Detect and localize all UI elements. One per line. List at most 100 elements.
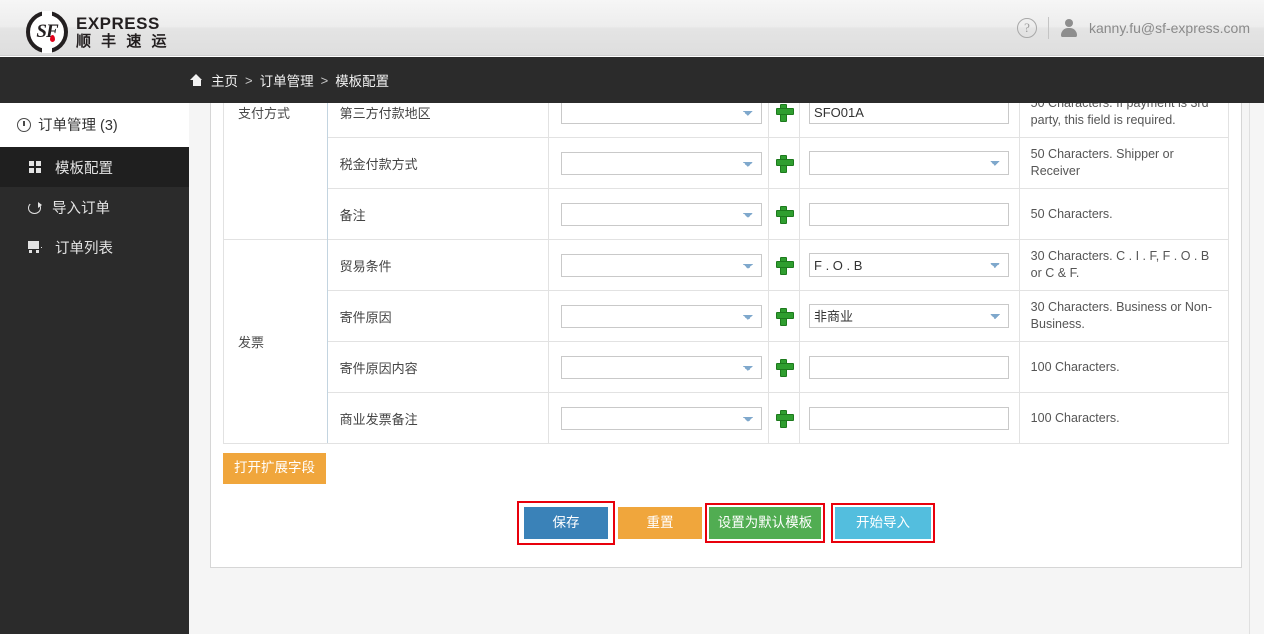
value-select[interactable]: F . O . B	[809, 253, 1009, 277]
mapping-select[interactable]	[561, 103, 762, 124]
vertical-scrollbar[interactable]	[1249, 103, 1264, 634]
field-label-text: 寄件原因	[339, 309, 392, 325]
table-row: 寄件原因内容 100 Characters.	[224, 341, 1230, 393]
field-hint: 50 Characters.	[1018, 188, 1230, 240]
mapping-select[interactable]	[561, 355, 762, 379]
start-import-button[interactable]: 开始导入	[835, 506, 931, 539]
open-extend-fields-button[interactable]: 打开扩展字段	[223, 453, 326, 484]
table-row: 发票 贸易条件 F . O . B 30 Characters. C . I .…	[223, 239, 1230, 444]
field-mapping-cell	[548, 188, 769, 240]
breadcrumb-separator: >	[245, 72, 253, 88]
field-label: 贸易条件	[326, 239, 550, 291]
field-label: 第三方付款地区	[326, 103, 550, 138]
sidebar-item-label: 导入订单	[52, 200, 110, 217]
field-value-cell	[799, 137, 1020, 189]
field-mapping-cell	[548, 239, 769, 291]
app-header: SF EXPRESS 顺 丰 速 运 ? kanny.fu@sf-express…	[0, 0, 1264, 56]
value-input[interactable]	[809, 202, 1009, 226]
value-select[interactable]: 非商业	[809, 304, 1009, 328]
add-field-cell	[767, 290, 801, 342]
mapping-select[interactable]	[561, 202, 762, 226]
field-hint: 30 Characters. C . I . F, F . O . B or C…	[1018, 239, 1230, 291]
cart-icon	[28, 239, 44, 255]
main-content: 支付方式 付款方式* 第三方 50 Characters. Shipper, R…	[189, 103, 1264, 634]
plus-icon[interactable]	[775, 103, 794, 122]
mapping-select[interactable]	[561, 406, 762, 430]
add-field-cell	[767, 239, 801, 291]
field-label-text: 贸易条件	[339, 258, 392, 274]
add-field-cell	[767, 188, 801, 240]
mapping-select[interactable]	[561, 151, 762, 175]
plus-icon[interactable]	[775, 409, 794, 428]
sidebar-item-template-config[interactable]: 模板配置	[0, 147, 189, 187]
set-default-button-highlight: 设置为默认模板	[705, 502, 825, 543]
sf-express-logo[interactable]: SF EXPRESS 顺 丰 速 运	[26, 9, 170, 55]
logo-english-text: EXPRESS	[76, 13, 160, 33]
sidebar-item-import-order[interactable]: 导入订单	[0, 187, 189, 227]
sidebar-header[interactable]: 订单管理 (3)	[0, 103, 189, 147]
breadcrumb-item-order-management[interactable]: 订单管理	[260, 70, 314, 90]
plus-icon[interactable]	[775, 358, 794, 377]
sf-logo-mark: SF	[26, 11, 68, 53]
field-label-text: 寄件原因内容	[339, 360, 418, 376]
avatar	[1060, 19, 1078, 37]
field-label-text: 商业发票备注	[339, 411, 418, 427]
mapping-select[interactable]	[561, 253, 762, 277]
field-label-text: 税金付款方式	[339, 156, 418, 172]
reset-button[interactable]: 重置	[618, 506, 702, 539]
mapping-select[interactable]	[561, 304, 762, 328]
value-input[interactable]	[809, 103, 1009, 124]
sidebar-item-label: 订单列表	[55, 240, 113, 257]
user-email-label[interactable]: kanny.fu@sf-express.com	[1089, 20, 1250, 36]
logo-chinese-text: 顺 丰 速 运	[76, 32, 170, 50]
sf-logo-dot	[50, 35, 55, 42]
field-mapping-cell	[548, 341, 769, 393]
field-group-payment: 支付方式 付款方式* 第三方 50 Characters. Shipper, R…	[223, 103, 1230, 240]
field-hint: 100 Characters.	[1018, 392, 1230, 444]
sidebar-item-order-list[interactable]: 订单列表	[0, 227, 189, 267]
add-field-cell	[767, 103, 801, 138]
field-mapping-cell	[548, 290, 769, 342]
header-user-area: ? kanny.fu@sf-express.com	[1016, 0, 1250, 56]
breadcrumb-item-home[interactable]: 主页	[211, 70, 238, 90]
plus-icon[interactable]	[775, 154, 794, 173]
set-default-template-button[interactable]: 设置为默认模板	[709, 506, 821, 539]
add-field-cell	[767, 137, 801, 189]
sidebar-header-label: 订单管理 (3)	[38, 118, 118, 134]
field-value-cell	[799, 341, 1020, 393]
group-title: 支付方式	[223, 103, 328, 240]
sidebar: 订单管理 (3) 模板配置 导入订单 订单列表	[0, 103, 189, 634]
breadcrumb-item-template-config[interactable]: 模板配置	[335, 70, 389, 90]
field-label: 税金付款方式	[326, 137, 550, 189]
value-input[interactable]	[809, 355, 1009, 379]
field-label: 商业发票备注	[326, 392, 550, 444]
start-import-button-highlight: 开始导入	[831, 502, 935, 543]
field-hint: 50 Characters. If payment is 3rd party, …	[1018, 103, 1230, 138]
field-label: 备注	[326, 188, 550, 240]
add-field-cell	[767, 392, 801, 444]
field-value-cell: F . O . B	[799, 239, 1020, 291]
field-hint: 30 Characters. Business or Non-Business.	[1018, 290, 1230, 342]
group-title: 发票	[223, 239, 328, 444]
plus-icon[interactable]	[775, 256, 794, 275]
field-value-cell: 非商业	[799, 290, 1020, 342]
value-select[interactable]	[809, 151, 1009, 175]
field-group-invoice: 发票 贸易条件 F . O . B 30 Characters. C . I .…	[223, 239, 1230, 444]
help-icon[interactable]: ?	[1016, 18, 1037, 38]
home-icon	[190, 74, 203, 86]
breadcrumb-separator: >	[320, 72, 329, 88]
save-button[interactable]: 保存	[524, 506, 608, 539]
plus-icon[interactable]	[775, 307, 794, 326]
table-row: 第三方付款地区 50 Characters. If payment is 3rd…	[224, 103, 1230, 138]
field-mapping-cell	[548, 392, 769, 444]
table-row: 税金付款方式 50 Characters. Shipper or Receive…	[224, 137, 1230, 189]
plus-icon[interactable]	[775, 205, 794, 224]
field-value-cell	[799, 103, 1020, 138]
value-input[interactable]	[809, 406, 1009, 430]
field-value-cell	[799, 392, 1020, 444]
field-label: 寄件原因	[326, 290, 550, 342]
breadcrumb: 主页 > 订单管理 > 模板配置	[190, 57, 389, 103]
field-hint: 50 Characters. Shipper or Receiver	[1018, 137, 1230, 189]
field-mapping-cell	[548, 103, 769, 138]
clock-icon	[17, 117, 31, 132]
